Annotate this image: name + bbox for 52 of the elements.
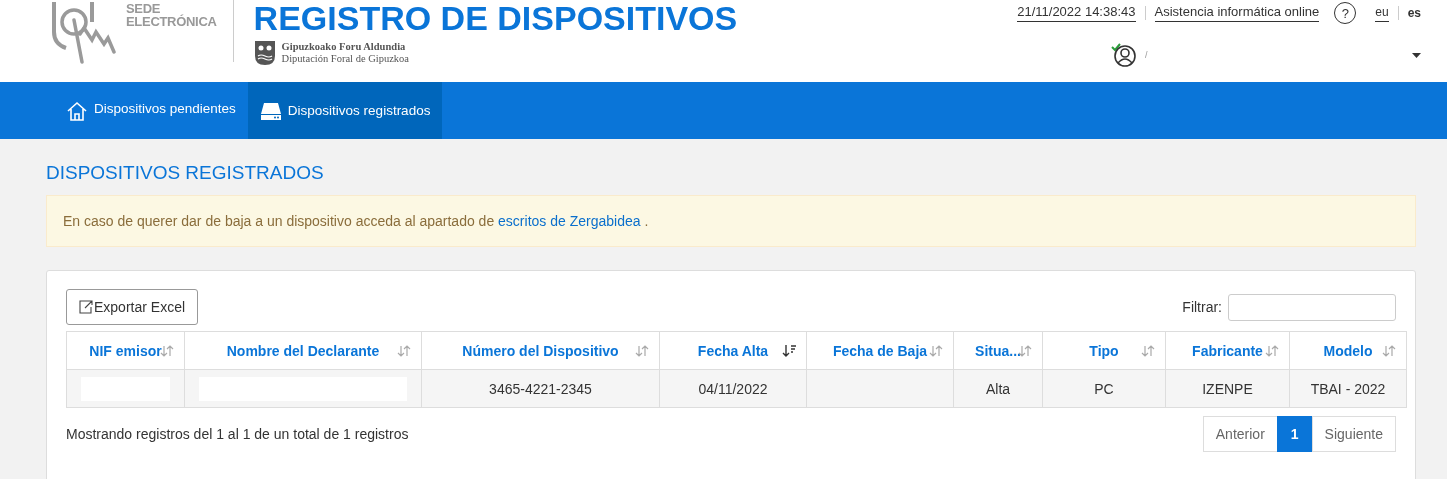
nav-tab[interactable]: Dispositivos registrados [247,82,443,139]
language-link[interactable]: eu [1375,4,1389,22]
sort-icon[interactable] [1018,343,1032,358]
filter-input[interactable] [1228,293,1396,321]
logo-text: ELECTRÓNICA [126,15,217,28]
column-header[interactable]: Fecha de Baja [806,331,954,370]
zergabidea-link[interactable]: escritos de Zergabidea [498,213,641,229]
section-title: DISPOSITIVOS REGISTRADOS [46,161,325,185]
pagination-button[interactable]: Siguiente [1311,416,1396,452]
sort-icon[interactable] [1382,343,1396,358]
column-header[interactable]: Fabricante [1165,331,1290,370]
column-header[interactable]: Modelo [1289,331,1407,370]
home-icon [66,100,88,121]
column-header[interactable]: Número del Dispositivo [421,331,660,370]
column-header[interactable]: Fecha Alta [659,331,807,370]
column-header[interactable]: NIF emisor [66,331,185,370]
user-name: / [1145,50,1148,60]
caret-icon[interactable] [1412,52,1421,58]
table-cell: IZENPE [1165,369,1290,408]
table-cell: PC [1042,369,1166,408]
pagination-button[interactable]: Anterior [1202,416,1278,452]
sort-icon[interactable] [929,343,943,358]
table-cell: 3465-4221-2345 [421,369,660,408]
page-header-title: REGISTRO DE DISPOSITIVOS [253,0,738,36]
sort-descending-icon[interactable] [782,343,796,358]
help-link[interactable]: Asistencia informática online [1154,4,1320,22]
shield-icon [253,40,276,66]
table-cell: 04/11/2022 [659,369,807,408]
notice-text: En caso de querer dar de baja a un dispositivo acceda al apartado de escritos de Zergabidea . [63,213,649,229]
records-summary: Mostrando registros del 1 al 1 de un total de 1 registros [66,426,409,442]
sort-icon[interactable] [397,343,411,358]
sort-icon[interactable] [1265,343,1279,358]
pagination-button[interactable]: 1 [1276,416,1313,452]
column-header[interactable]: Nombre del Declarante [184,331,422,370]
org-name: Diputación Foral de Gipuzkoa [281,53,410,65]
date-time: 21/11/2022 14:38:43 [1017,4,1136,22]
table-cell: Alta [953,369,1043,408]
nav-tab[interactable]: Dispositivos pendientes [54,82,248,139]
export-excel-button[interactable]: Exportar Excel [66,289,199,325]
logo-text: SEDE [126,2,161,15]
org-name: Gipuzkoako Foru Aldundia [281,41,407,53]
sort-icon[interactable] [1141,343,1155,358]
export-icon [79,300,93,314]
verified-user-icon [1111,42,1137,68]
language-link[interactable]: es [1407,6,1421,20]
column-header[interactable]: Situa... [953,331,1043,370]
sort-icon[interactable] [160,343,174,358]
table-cell: TBAI - 2022 [1289,369,1407,408]
sort-icon[interactable] [635,343,649,358]
column-header[interactable]: Tipo [1042,331,1166,370]
drive-icon [259,100,282,121]
filter-label: Filtrar: [1182,299,1222,315]
